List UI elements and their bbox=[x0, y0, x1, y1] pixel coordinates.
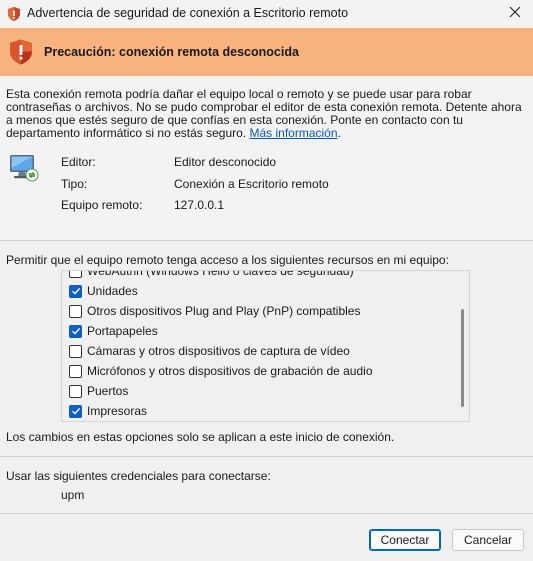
more-info-link[interactable]: Más información bbox=[249, 126, 337, 140]
checkbox-microphones[interactable] bbox=[69, 364, 82, 378]
item-label: WebAuthn (Windows Hello o claves de segu… bbox=[87, 270, 354, 278]
resources-list[interactable]: WebAuthn (Windows Hello o claves de segu… bbox=[61, 270, 470, 422]
list-item[interactable]: Unidades bbox=[62, 281, 457, 301]
item-label: Portapapeles bbox=[87, 324, 158, 338]
close-button[interactable] bbox=[497, 0, 533, 27]
checkbox-cameras[interactable] bbox=[69, 344, 82, 358]
list-item[interactable]: Cámaras y otros dispositivos de captura … bbox=[62, 341, 457, 361]
checkbox-printers[interactable] bbox=[69, 404, 82, 418]
checkbox-drives[interactable] bbox=[69, 284, 82, 298]
list-item[interactable]: WebAuthn (Windows Hello o claves de segu… bbox=[62, 270, 457, 281]
checkbox-webauthn[interactable] bbox=[69, 271, 82, 278]
list-item[interactable]: Portapapeles bbox=[62, 321, 457, 341]
title-bar: Advertencia de seguridad de conexión a E… bbox=[0, 0, 533, 27]
description: Esta conexión remota podría dañar el equ… bbox=[6, 88, 526, 140]
list-item[interactable]: Otros dispositivos Plug and Play (PnP) c… bbox=[62, 301, 457, 321]
rdp-shield-icon bbox=[6, 6, 22, 22]
list-item[interactable]: Impresoras bbox=[62, 401, 457, 421]
connect-button[interactable]: Conectar bbox=[369, 529, 441, 551]
publisher-label: Editor: bbox=[61, 155, 96, 169]
checkbox-ports[interactable] bbox=[69, 384, 82, 398]
checkmark-icon bbox=[71, 407, 80, 415]
list-item[interactable]: Micrófonos y otros dispositivos de graba… bbox=[62, 361, 457, 381]
username: upm bbox=[61, 488, 85, 502]
window-title: Advertencia de seguridad de conexión a E… bbox=[27, 6, 349, 20]
changes-note: Los cambios en estas opciones solo se ap… bbox=[6, 430, 395, 444]
checkbox-pnp-devices[interactable] bbox=[69, 304, 82, 318]
item-label: Impresoras bbox=[87, 404, 148, 418]
permissions-label: Permitir que el equipo remoto tenga acce… bbox=[6, 253, 449, 267]
rdp-security-dialog: Advertencia de seguridad de conexión a E… bbox=[0, 0, 533, 561]
cancel-button[interactable]: Cancelar bbox=[452, 529, 524, 551]
item-label: Unidades bbox=[87, 284, 138, 298]
credentials-label: Usar las siguientes credenciales para co… bbox=[6, 469, 271, 483]
scrollbar-thumb[interactable] bbox=[461, 309, 464, 407]
warning-shield-icon bbox=[7, 38, 35, 66]
checkbox-clipboard[interactable] bbox=[69, 324, 82, 338]
remote-computer-label: Equipo remoto: bbox=[61, 198, 143, 212]
divider bbox=[0, 456, 533, 457]
type-value: Conexión a Escritorio remoto bbox=[174, 177, 329, 191]
item-label: Otros dispositivos Plug and Play (PnP) c… bbox=[87, 304, 361, 318]
item-label: Cámaras y otros dispositivos de captura … bbox=[87, 344, 350, 358]
close-icon bbox=[509, 6, 521, 21]
resources-list-content: WebAuthn (Windows Hello o claves de segu… bbox=[62, 270, 457, 421]
item-label: Puertos bbox=[87, 384, 129, 398]
checkmark-icon bbox=[71, 287, 80, 295]
divider bbox=[0, 240, 533, 241]
remote-computer-value: 127.0.0.1 bbox=[174, 198, 225, 212]
warning-title: Precaución: conexión remota desconocida bbox=[44, 45, 299, 59]
warning-banner: Precaución: conexión remota desconocida bbox=[0, 28, 533, 76]
link-suffix: . bbox=[337, 126, 341, 140]
item-label: Micrófonos y otros dispositivos de graba… bbox=[87, 364, 373, 378]
list-item[interactable]: Puertos bbox=[62, 381, 457, 401]
remote-desktop-icon bbox=[8, 152, 40, 184]
publisher-value: Editor desconocido bbox=[174, 155, 277, 169]
scrollbar[interactable] bbox=[457, 271, 469, 421]
checkmark-icon bbox=[71, 327, 80, 335]
type-label: Tipo: bbox=[61, 177, 88, 191]
